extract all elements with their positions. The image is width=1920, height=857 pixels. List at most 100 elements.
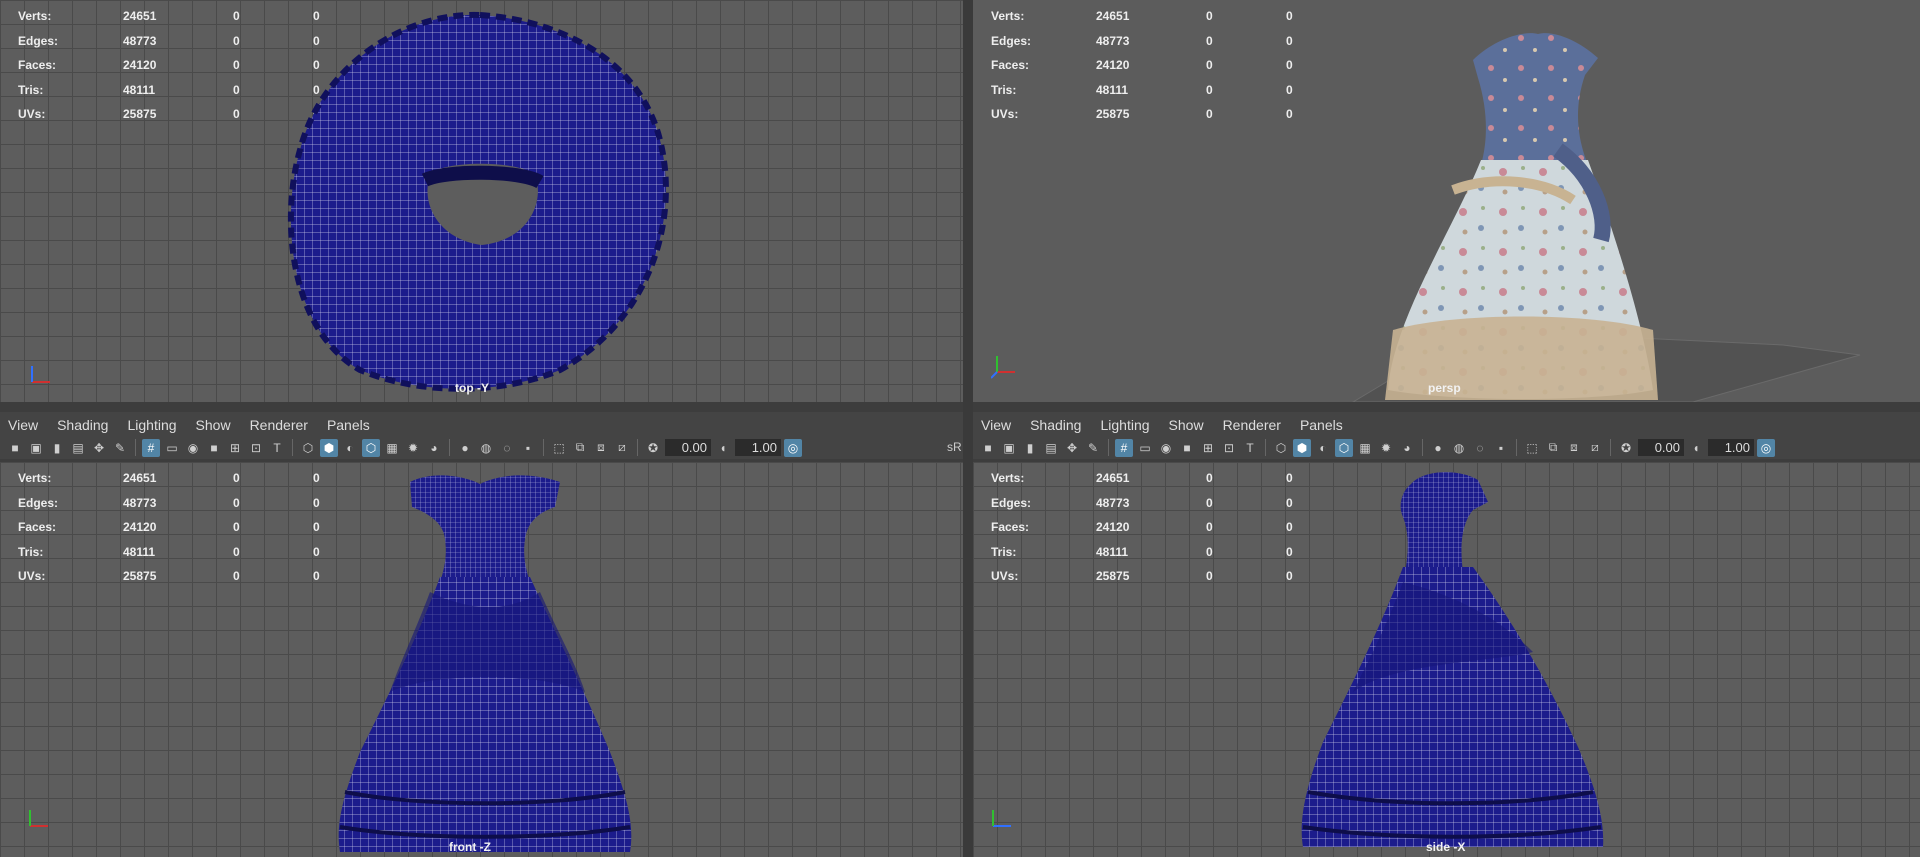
film-gate-icon[interactable]: ▭ <box>1136 439 1154 457</box>
depth-of-field-icon[interactable]: ▪ <box>1492 439 1510 457</box>
front-viewport[interactable]: Verts: 24651 0 0 Edges: 48773 0 0 Faces: 24120 0… <box>0 462 963 857</box>
grid-icon[interactable]: # <box>142 438 160 457</box>
xray-joints-icon[interactable]: ⧄ <box>613 439 631 457</box>
gate-mask-icon[interactable]: ■ <box>1178 439 1196 457</box>
shadows-icon[interactable]: ◕ <box>425 439 443 457</box>
xray-icon[interactable]: ⧉ <box>571 439 589 457</box>
xray-icon[interactable]: ⧉ <box>1544 439 1562 457</box>
menu-lighting[interactable]: Lighting <box>119 417 187 433</box>
two-d-pan-icon[interactable]: ✥ <box>1063 439 1081 457</box>
wireframe-icon[interactable]: ⬡ <box>299 439 317 457</box>
grease-pencil-icon[interactable]: ✎ <box>1084 439 1102 457</box>
panel-toolbar-side: ■ ▣ ▮ ▤ ✥ ✎ # ▭ ◉ ■ ⊞ ⊡ T ⬡ ⬢ ◐ ⬡ ▦ ✹ ◕ … <box>973 436 1920 459</box>
menu-shading[interactable]: Shading <box>49 417 119 433</box>
grid-icon[interactable]: # <box>1115 438 1133 457</box>
gamma-field[interactable]: 1.00 <box>1708 439 1754 456</box>
safe-title-icon[interactable]: T <box>268 439 286 457</box>
maya-four-view-layout: Verts: 24651 0 0 Edges: 48773 0 0 Faces: 24120 0… <box>0 0 1920 857</box>
toolbar-separator <box>449 439 450 456</box>
camera-label-persp: persp <box>1428 381 1461 395</box>
camera-attributes-icon[interactable]: ▣ <box>1000 439 1018 457</box>
wireframe-on-shaded-icon[interactable]: ⬡ <box>362 438 380 457</box>
safe-action-icon[interactable]: ⊡ <box>247 439 265 457</box>
image-plane-icon[interactable]: ▤ <box>1042 439 1060 457</box>
textured-icon[interactable]: ▦ <box>1356 439 1374 457</box>
menu-renderer[interactable]: Renderer <box>1215 417 1292 433</box>
menu-shading[interactable]: Shading <box>1022 417 1092 433</box>
side-viewport[interactable]: Verts: 24651 0 0 Edges: 48773 0 0 Faces: 24120 0… <box>973 462 1920 857</box>
dress-side-wireframe <box>1301 472 1604 847</box>
isolate-select-icon[interactable]: ⬚ <box>1523 439 1541 457</box>
color-management-icon[interactable]: ◎ <box>784 438 802 457</box>
panel-menubar-front: View Shading Lighting Show Renderer Pane… <box>0 412 963 437</box>
select-camera-icon[interactable]: ■ <box>979 439 997 457</box>
menu-renderer[interactable]: Renderer <box>242 417 319 433</box>
dress-front-wireframe <box>338 475 632 852</box>
shadows-icon[interactable]: ◕ <box>1398 439 1416 457</box>
viewport-vertical-splitter[interactable] <box>963 0 973 857</box>
smooth-shade-icon[interactable]: ⬢ <box>1293 438 1311 457</box>
menu-show[interactable]: Show <box>188 417 242 433</box>
menu-panels[interactable]: Panels <box>319 417 381 433</box>
use-all-lights-icon[interactable]: ✹ <box>404 439 422 457</box>
anti-aliasing-icon[interactable]: ◌ <box>1471 439 1489 457</box>
use-default-material-icon[interactable]: ◐ <box>341 439 359 457</box>
film-gate-icon[interactable]: ▭ <box>163 439 181 457</box>
safe-title-icon[interactable]: T <box>1241 439 1259 457</box>
smooth-shade-icon[interactable]: ⬢ <box>320 438 338 457</box>
textured-icon[interactable]: ▦ <box>383 439 401 457</box>
toolbar-separator <box>1516 439 1517 456</box>
use-all-lights-icon[interactable]: ✹ <box>1377 439 1395 457</box>
exposure-field[interactable]: 0.00 <box>1638 439 1684 456</box>
field-chart-icon[interactable]: ⊞ <box>1199 439 1217 457</box>
camera-attributes-icon[interactable]: ▣ <box>27 439 45 457</box>
isolate-select-icon[interactable]: ⬚ <box>550 439 568 457</box>
axis-gizmo <box>29 810 48 827</box>
exposure-icon[interactable]: ✪ <box>644 439 662 457</box>
anti-aliasing-icon[interactable]: ◌ <box>498 439 516 457</box>
two-d-pan-icon[interactable]: ✥ <box>90 439 108 457</box>
gamma-icon[interactable]: ◖ <box>1687 439 1705 457</box>
menu-lighting[interactable]: Lighting <box>1092 417 1160 433</box>
toolbar-separator <box>637 439 638 456</box>
dress-persp-textured <box>1352 33 1861 402</box>
menu-view[interactable]: View <box>0 417 49 433</box>
gate-mask-icon[interactable]: ■ <box>205 439 223 457</box>
grease-pencil-icon[interactable]: ✎ <box>111 439 129 457</box>
toolbar-separator <box>543 439 544 456</box>
panel-toolbar-front: ■ ▣ ▮ ▤ ✥ ✎ # ▭ ◉ ■ ⊞ ⊡ T ⬡ ⬢ ◐ ⬡ ▦ ✹ ◕ … <box>0 436 963 459</box>
wireframe-icon[interactable]: ⬡ <box>1272 439 1290 457</box>
menu-panels[interactable]: Panels <box>1292 417 1354 433</box>
top-viewport[interactable]: Verts: 24651 0 0 Edges: 48773 0 0 Faces: 24120 0… <box>0 0 963 402</box>
screen-space-ao-icon[interactable]: ● <box>456 439 474 457</box>
motion-blur-icon[interactable]: ◍ <box>1450 439 1468 457</box>
view-transform-label[interactable]: sR <box>947 440 962 454</box>
color-management-icon[interactable]: ◎ <box>1757 438 1775 457</box>
safe-action-icon[interactable]: ⊡ <box>1220 439 1238 457</box>
exposure-field[interactable]: 0.00 <box>665 439 711 456</box>
persp-viewport[interactable]: Verts: 24651 0 0 Edges: 48773 0 0 Faces: 24120 0… <box>973 0 1920 402</box>
image-plane-icon[interactable]: ▤ <box>69 439 87 457</box>
gamma-field[interactable]: 1.00 <box>735 439 781 456</box>
menu-show[interactable]: Show <box>1161 417 1215 433</box>
resolution-gate-icon[interactable]: ◉ <box>184 439 202 457</box>
xray-active-components-icon[interactable]: ⧈ <box>592 439 610 457</box>
field-chart-icon[interactable]: ⊞ <box>226 439 244 457</box>
menu-view[interactable]: View <box>973 417 1022 433</box>
bookmark-icon[interactable]: ▮ <box>48 439 66 457</box>
wireframe-on-shaded-icon[interactable]: ⬡ <box>1335 438 1353 457</box>
select-camera-icon[interactable]: ■ <box>6 439 24 457</box>
depth-of-field-icon[interactable]: ▪ <box>519 439 537 457</box>
gamma-icon[interactable]: ◖ <box>714 439 732 457</box>
screen-space-ao-icon[interactable]: ● <box>1429 439 1447 457</box>
exposure-icon[interactable]: ✪ <box>1617 439 1635 457</box>
xray-active-components-icon[interactable]: ⧈ <box>1565 439 1583 457</box>
bookmark-icon[interactable]: ▮ <box>1021 439 1039 457</box>
use-default-material-icon[interactable]: ◐ <box>1314 439 1332 457</box>
camera-label-side: side -X <box>1426 840 1466 854</box>
motion-blur-icon[interactable]: ◍ <box>477 439 495 457</box>
axis-gizmo <box>991 356 1015 379</box>
resolution-gate-icon[interactable]: ◉ <box>1157 439 1175 457</box>
xray-joints-icon[interactable]: ⧄ <box>1586 439 1604 457</box>
dress-top-wireframe <box>287 11 669 392</box>
